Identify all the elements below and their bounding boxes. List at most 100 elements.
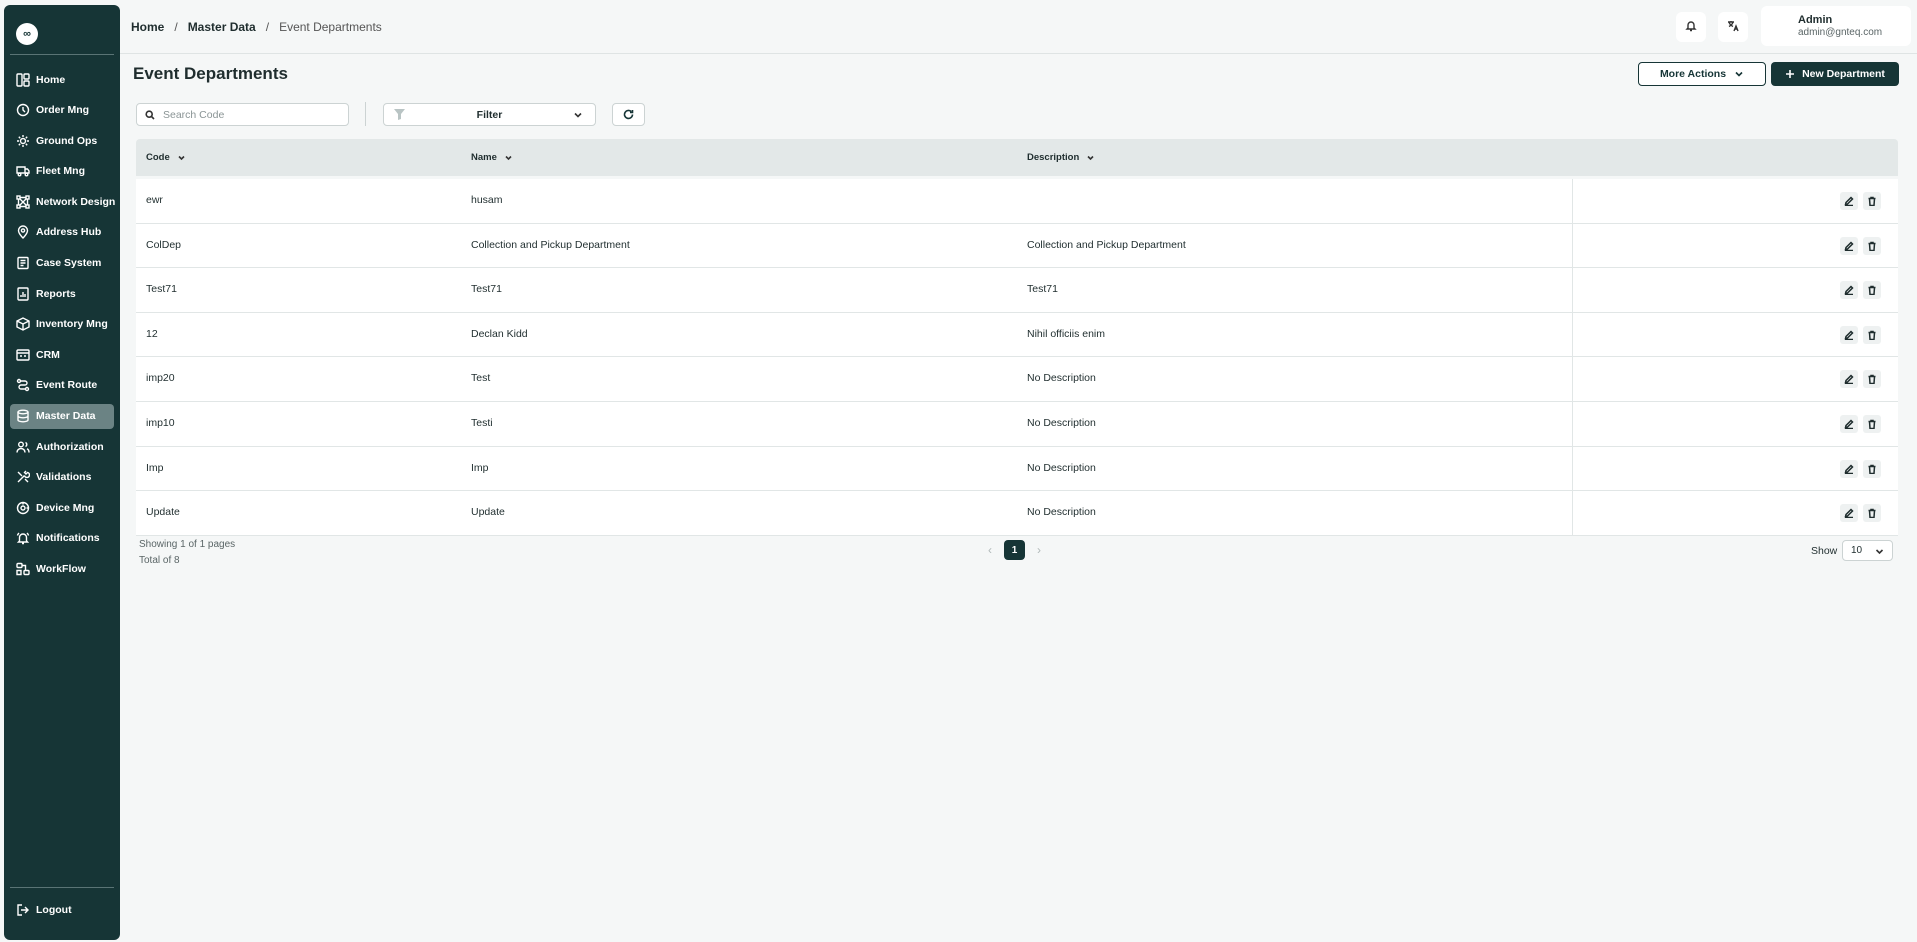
- search-box: [136, 103, 349, 126]
- delete-button[interactable]: [1863, 236, 1881, 255]
- language-button[interactable]: [1718, 12, 1748, 42]
- edit-button[interactable]: [1840, 236, 1858, 255]
- edit-button[interactable]: [1840, 281, 1858, 300]
- notifications-button[interactable]: [1676, 12, 1706, 42]
- sidebar-item-ground-ops[interactable]: Ground Ops: [10, 128, 114, 153]
- delete-button[interactable]: [1863, 325, 1881, 344]
- sidebar-item-label: Inventory Mng: [36, 318, 108, 331]
- row-divider: [1572, 179, 1573, 223]
- sidebar-divider-bottom: [10, 887, 114, 888]
- table-row[interactable]: ColDep Collection and Pickup Department Co…: [136, 223, 1898, 269]
- sidebar-item-authorization[interactable]: Authorization: [10, 434, 114, 459]
- sidebar-item-validations[interactable]: Validations: [10, 465, 114, 490]
- cell-name: Testi: [471, 416, 493, 429]
- workflow-icon: [16, 562, 30, 576]
- delete-button[interactable]: [1863, 281, 1881, 300]
- logo-icon[interactable]: ∞: [16, 23, 38, 45]
- order-icon: [16, 103, 30, 117]
- table-row[interactable]: ewr husam: [136, 179, 1898, 224]
- page-size-value: 10: [1851, 545, 1863, 556]
- table-row[interactable]: imp20 Test No Description: [136, 357, 1898, 402]
- new-department-button[interactable]: New Department: [1771, 62, 1899, 86]
- chevron-down-icon: [573, 110, 583, 123]
- sidebar-item-order-mng[interactable]: Order Mng: [10, 98, 114, 123]
- filter-label: Filter: [476, 108, 503, 121]
- sidebar-item-crm[interactable]: CRM: [10, 342, 114, 367]
- cell-code: imp10: [146, 416, 175, 429]
- edit-button[interactable]: [1840, 414, 1858, 433]
- sidebar-item-fleet-mng[interactable]: Fleet Mng: [10, 159, 114, 184]
- cell-code: ewr: [146, 194, 163, 206]
- pencil-icon: [1844, 464, 1854, 474]
- page-size-select[interactable]: 10: [1842, 540, 1893, 561]
- cell-description: No Description: [1027, 506, 1096, 519]
- column-header-name[interactable]: Name: [471, 152, 512, 163]
- cell-code: 12: [146, 327, 158, 340]
- column-header-description[interactable]: Description: [1027, 152, 1094, 163]
- cell-description: No Description: [1027, 416, 1096, 429]
- network-icon: [16, 195, 30, 209]
- more-actions-button[interactable]: More Actions: [1638, 62, 1766, 86]
- sidebar-item-network-design[interactable]: Network Design: [10, 189, 116, 214]
- delete-button[interactable]: [1863, 192, 1881, 210]
- filter-dropdown[interactable]: Filter: [383, 103, 596, 126]
- prev-page-button[interactable]: ‹: [982, 543, 998, 557]
- sidebar-divider: [10, 54, 114, 55]
- sidebar-item-label: Reports: [36, 287, 76, 300]
- column-header-code[interactable]: Code: [146, 152, 185, 163]
- sidebar-item-event-route[interactable]: Event Route: [10, 373, 114, 398]
- sidebar-item-case-system[interactable]: Case System: [10, 251, 114, 276]
- table-row[interactable]: imp10 Testi No Description: [136, 401, 1898, 447]
- delete-button[interactable]: [1863, 504, 1881, 523]
- showing-pages: Showing 1 of 1 pages: [139, 539, 236, 550]
- user-menu[interactable]: Admin admin@gnteq.com: [1761, 6, 1911, 46]
- breadcrumb-home[interactable]: Home: [131, 20, 164, 34]
- logout-button[interactable]: Logout: [16, 903, 72, 917]
- page-button-1[interactable]: 1: [1004, 540, 1025, 560]
- table-row[interactable]: Update Update No Description: [136, 491, 1898, 536]
- trash-icon: [1867, 419, 1877, 429]
- refresh-button[interactable]: [612, 103, 645, 126]
- page-title: Event Departments: [133, 64, 288, 83]
- trash-icon: [1867, 196, 1877, 206]
- cell-name: Collection and Pickup Department: [471, 238, 630, 251]
- table-row[interactable]: Test71 Test71 Test71: [136, 268, 1898, 313]
- row-divider: [1572, 446, 1573, 491]
- delete-button[interactable]: [1863, 414, 1881, 433]
- row-divider: [1572, 268, 1573, 312]
- edit-button[interactable]: [1840, 192, 1858, 210]
- trash-icon: [1867, 285, 1877, 296]
- sidebar-item-workflow[interactable]: WorkFlow: [10, 557, 114, 582]
- trash-icon: [1867, 241, 1877, 251]
- delete-button[interactable]: [1863, 459, 1881, 478]
- delete-button[interactable]: [1863, 370, 1881, 389]
- edit-button[interactable]: [1840, 459, 1858, 478]
- search-icon: [145, 109, 163, 120]
- edit-button[interactable]: [1840, 504, 1858, 523]
- sidebar-item-label: WorkFlow: [36, 563, 86, 575]
- sidebar-item-master-data[interactable]: Master Data: [10, 403, 114, 429]
- database-icon: [16, 409, 30, 423]
- sidebar-item-address-hub[interactable]: Address Hub: [10, 220, 114, 245]
- sidebar-item-label: Fleet Mng: [36, 165, 85, 178]
- sort-chevron-icon: [1079, 154, 1094, 161]
- edit-button[interactable]: [1840, 325, 1858, 344]
- table-row[interactable]: Imp Imp No Description: [136, 446, 1898, 492]
- sidebar-item-label: Case System: [36, 257, 102, 270]
- sidebar-item-label: Network Design: [36, 195, 116, 208]
- search-input[interactable]: [163, 108, 343, 121]
- sidebar-item-reports[interactable]: Reports: [10, 281, 114, 306]
- translate-icon: [1727, 20, 1739, 35]
- breadcrumb-master-data[interactable]: Master Data: [188, 20, 256, 34]
- sidebar-item-device-mng[interactable]: Device Mng: [10, 495, 114, 520]
- cell-name: Imp: [471, 461, 489, 474]
- next-page-button[interactable]: ›: [1031, 543, 1047, 557]
- edit-button[interactable]: [1840, 370, 1858, 389]
- table-row[interactable]: 12 Declan Kidd Nihil officiis enim: [136, 312, 1898, 358]
- sidebar-item-home[interactable]: Home: [10, 67, 114, 92]
- cell-description: Collection and Pickup Department: [1027, 238, 1186, 251]
- logout-label: Logout: [36, 904, 72, 916]
- sidebar-item-inventory-mng[interactable]: Inventory Mng: [10, 312, 114, 337]
- sort-chevron-icon: [170, 154, 185, 161]
- sidebar-item-notifications[interactable]: Notifications: [10, 526, 114, 551]
